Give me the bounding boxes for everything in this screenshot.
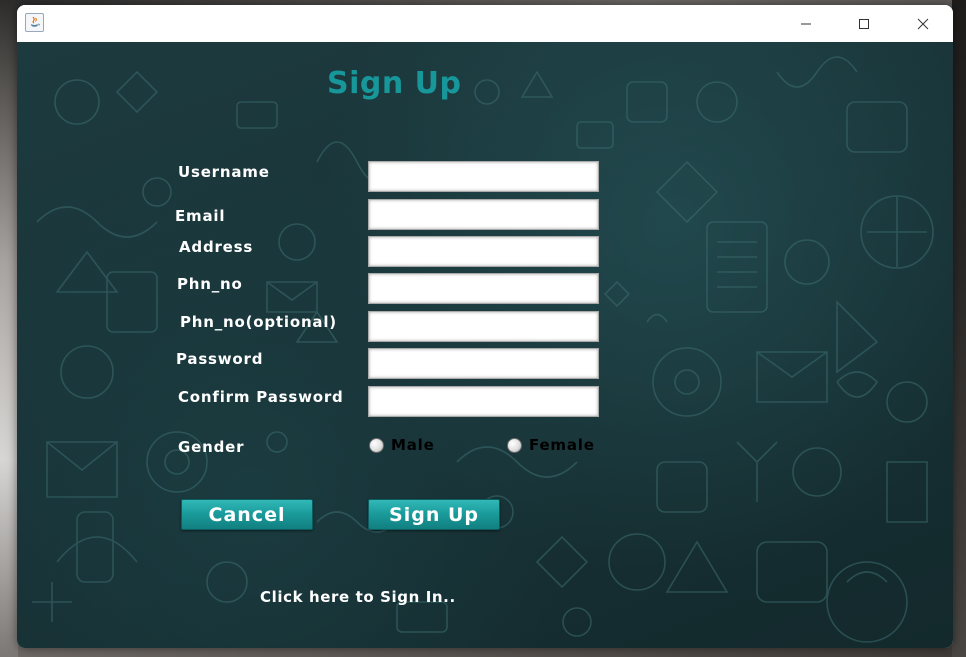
gender-female-label: Female <box>529 436 595 454</box>
signin-link[interactable]: Click here to Sign In.. <box>260 588 456 606</box>
title-bar[interactable] <box>17 5 953 42</box>
gender-female-radio[interactable]: Female <box>507 436 595 454</box>
phone-optional-label: Phn_no(optional) <box>180 313 337 331</box>
gender-label: Gender <box>178 438 245 456</box>
maximize-icon <box>859 18 869 29</box>
confirm-password-label: Confirm Password <box>178 388 344 406</box>
email-field[interactable] <box>368 199 599 230</box>
radio-circle-icon[interactable] <box>507 437 522 453</box>
address-label: Address <box>179 238 254 256</box>
phone-field[interactable] <box>368 273 599 304</box>
phone-optional-field[interactable] <box>368 311 599 342</box>
java-icon <box>25 13 44 32</box>
gender-male-label: Male <box>391 436 435 454</box>
close-button[interactable] <box>894 5 952 42</box>
radio-circle-icon[interactable] <box>369 437 384 453</box>
desktop-background-right <box>952 0 966 657</box>
doodle-background <box>32 56 934 643</box>
address-field[interactable] <box>368 236 599 267</box>
gender-male-radio[interactable]: Male <box>369 436 435 454</box>
cancel-button[interactable]: Cancel <box>181 499 313 530</box>
username-label: Username <box>178 163 270 181</box>
username-field[interactable] <box>368 161 599 192</box>
password-field[interactable] <box>368 348 599 379</box>
confirm-password-field[interactable] <box>368 386 599 417</box>
maximize-button[interactable] <box>835 5 893 42</box>
signup-button[interactable]: Sign Up <box>368 499 500 530</box>
form-panel: Sign Up Username Email Address Phn_no Ph… <box>17 42 953 648</box>
email-label: Email <box>175 207 226 225</box>
minimize-icon <box>801 23 811 24</box>
minimize-button[interactable] <box>777 5 835 42</box>
signup-window: Sign Up Username Email Address Phn_no Ph… <box>17 5 953 648</box>
password-label: Password <box>176 350 264 368</box>
page-title: Sign Up <box>327 66 462 101</box>
desktop-background-left <box>0 0 18 657</box>
phone-label: Phn_no <box>177 275 243 293</box>
close-icon <box>917 18 929 29</box>
